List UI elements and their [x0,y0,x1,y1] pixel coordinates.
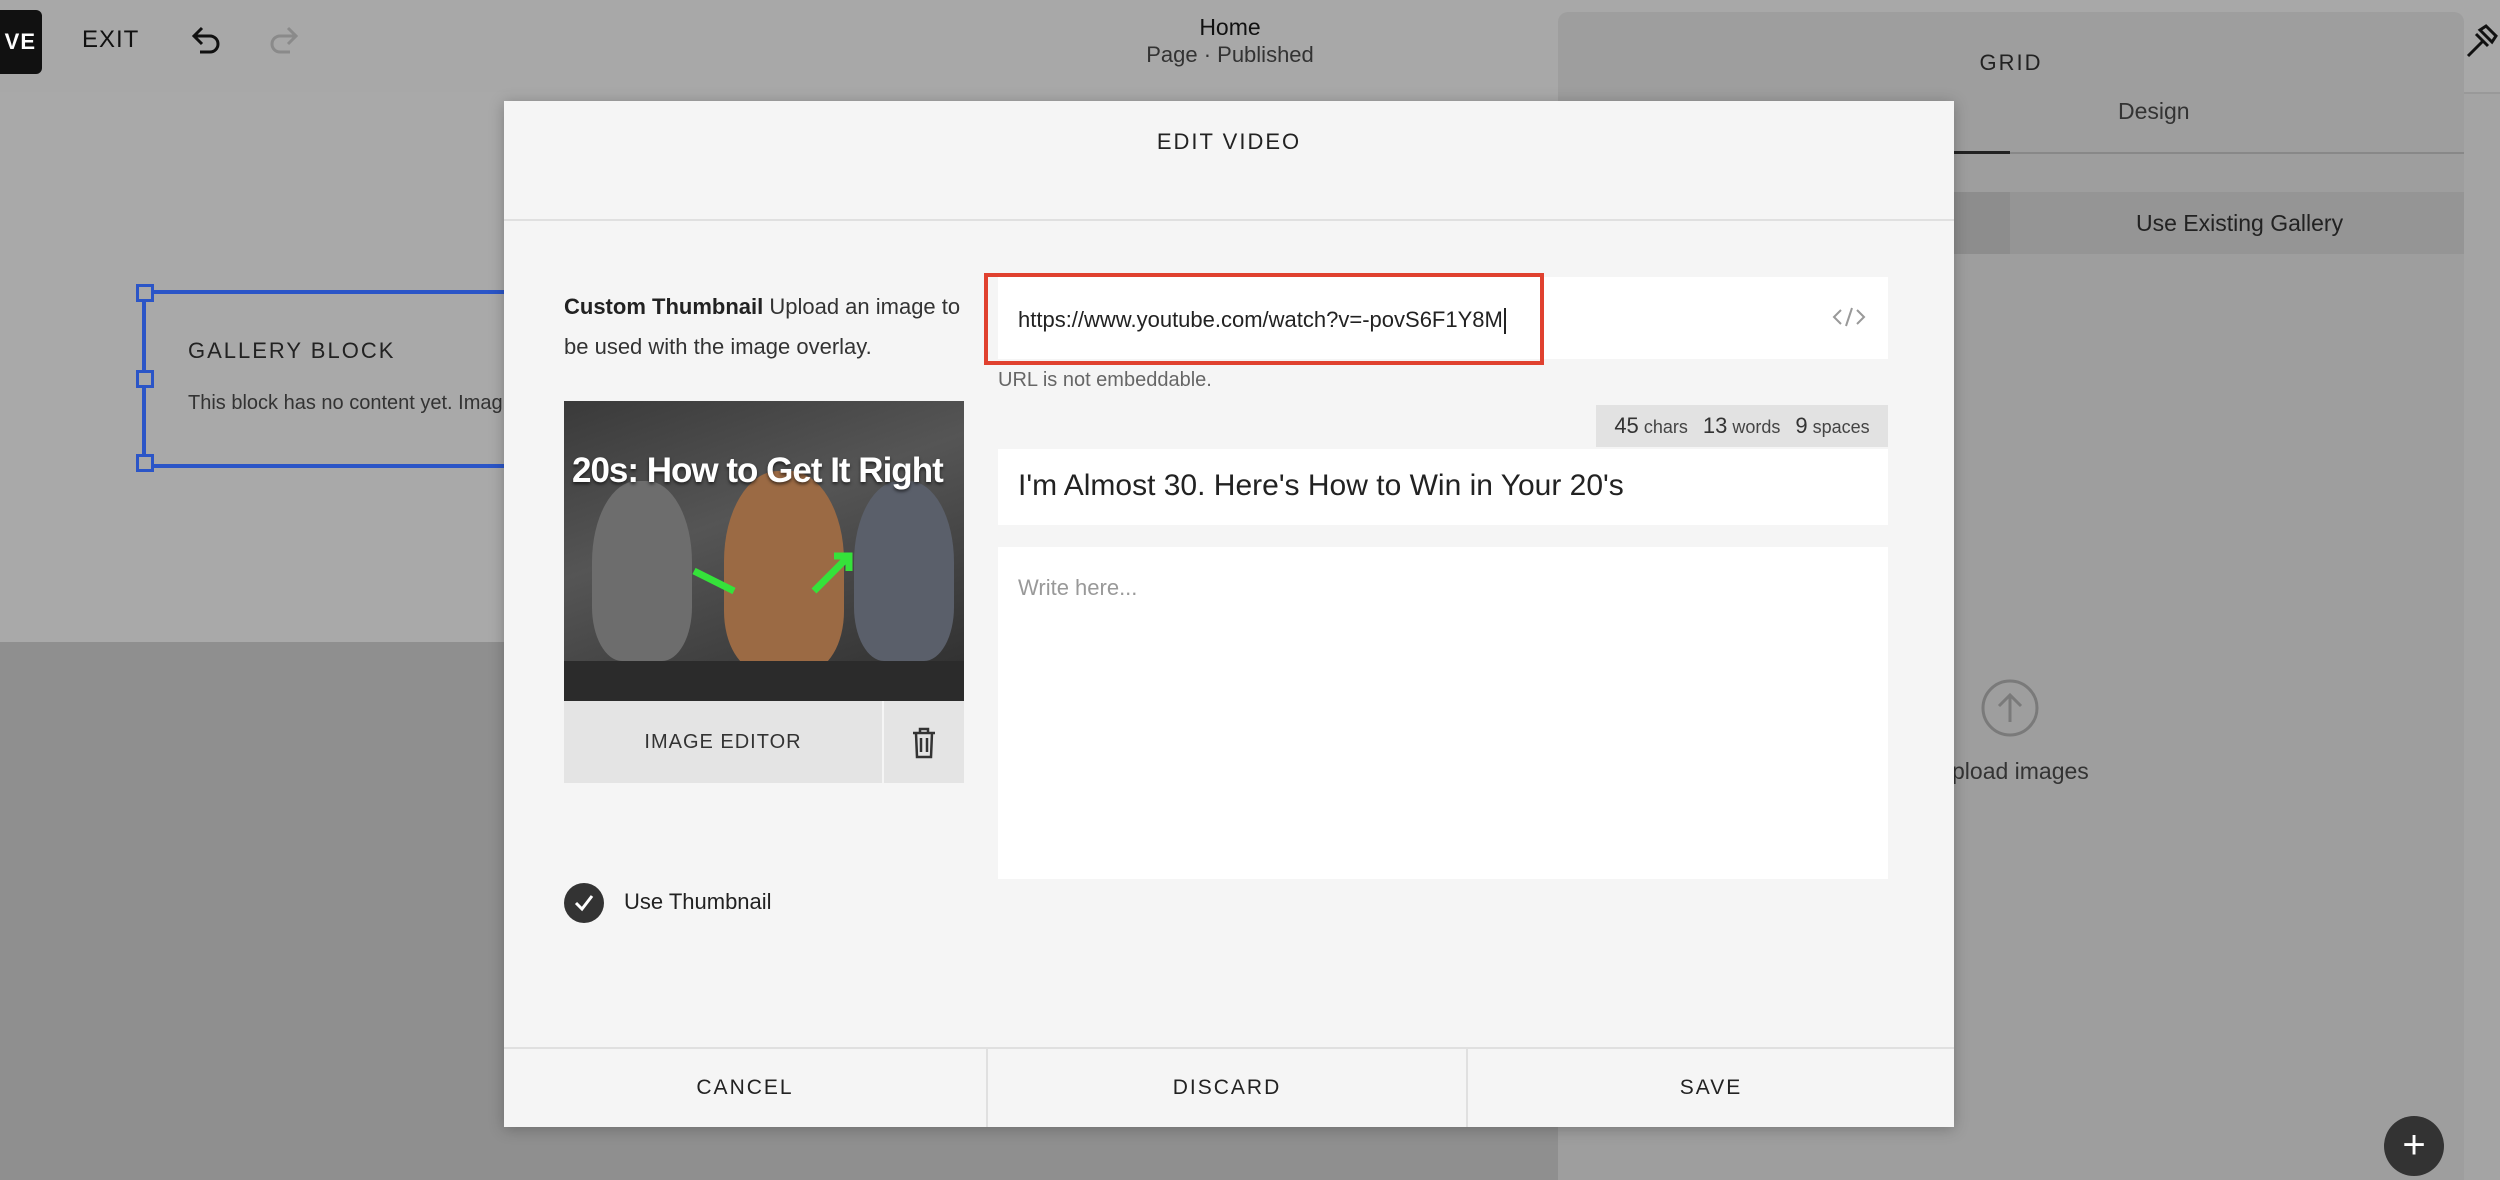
space-count-label: spaces [1812,417,1870,437]
video-url-value[interactable]: https://www.youtube.com/watch?v=-povS6F1… [1018,307,1506,335]
char-count-label: chars [1643,417,1688,437]
page-title: Home [1199,14,1261,40]
thumbnail-caption: 20s: How to Get It Right [572,451,944,490]
discard-button[interactable]: DISCARD [986,1049,1468,1127]
trash-icon [913,727,935,759]
undo-icon[interactable] [186,22,224,65]
panel-title: GRID [1979,50,2043,75]
image-editor-button[interactable]: IMAGE EDITOR [564,701,882,783]
url-error-message: URL is not embeddable. [998,369,1212,391]
use-thumbnail-checkbox[interactable] [564,883,604,923]
save-button[interactable]: SAVE [1470,1049,1952,1127]
upload-icon[interactable] [1980,678,2040,743]
use-thumbnail-label[interactable]: Use Thumbnail [624,889,772,915]
resize-handle[interactable] [136,370,154,388]
thumbnail-help-text: Custom Thumbnail Upload an image to be u… [564,287,964,367]
resize-handle[interactable] [136,284,154,302]
word-count-label: words [1732,417,1781,437]
check-icon [574,895,594,912]
use-existing-gallery-button[interactable]: Use Existing Gallery [2136,210,2343,237]
dialog-header: EDIT VIDEO [504,101,1954,221]
add-block-button[interactable]: + [2384,1116,2444,1176]
exit-button[interactable]: EXIT [82,26,139,54]
embed-code-icon[interactable] [1832,305,1866,334]
gallery-block-title: GALLERY BLOCK [188,338,396,363]
delete-thumbnail-button[interactable] [884,701,964,783]
gallery-block-text: This block has no content yet. Imag [188,392,503,414]
tab-design[interactable]: Design [2118,98,2190,125]
save-page-button[interactable]: VE [0,10,42,74]
word-count: 13 [1702,413,1728,438]
upload-images-label[interactable]: pload images [1952,758,2089,785]
thumbnail-help-bold: Custom Thumbnail [564,294,764,319]
text-caret [1503,308,1506,335]
style-brush-icon[interactable] [2462,22,2500,67]
thumbnail-person [592,481,692,661]
cancel-button[interactable]: CANCEL [504,1049,986,1127]
green-arrow-icon [692,552,853,595]
description-placeholder[interactable]: Write here... [1018,575,1137,601]
video-title-value[interactable]: I'm Almost 30. Here's How to Win in Your… [1018,469,1624,503]
space-count: 9 [1795,413,1808,438]
page-status: Page · Published [1146,42,1314,67]
redo-icon[interactable] [266,22,304,65]
dialog-footer: CANCEL DISCARD SAVE [504,1047,1954,1127]
thumbnail-person [854,481,954,661]
dialog-title: EDIT VIDEO [1156,129,1302,154]
resize-handle[interactable] [136,454,154,472]
char-count: 45 [1614,413,1639,438]
thumbnail-overlay-bar [564,661,964,701]
text-stats-badge: 45 chars 13 words 9 spaces [1596,405,1888,447]
thumbnail-image[interactable]: 20s: How to Get It Right [564,401,964,701]
edit-video-dialog: EDIT VIDEO Custom Thumbnail Upload an im… [504,101,1954,1127]
url-text: https://www.youtube.com/watch?v=-povS6F1… [1018,307,1503,332]
